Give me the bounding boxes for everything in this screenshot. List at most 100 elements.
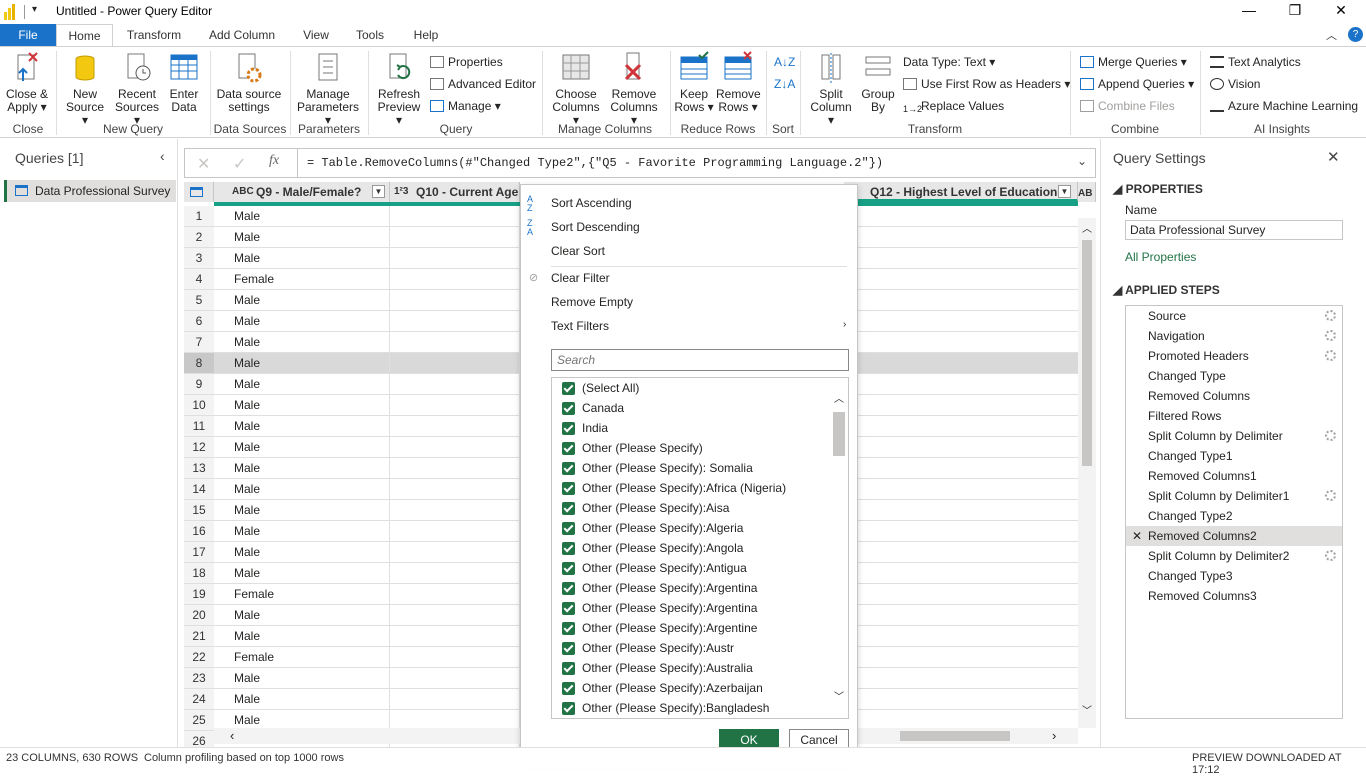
status-profiling[interactable]: Column profiling based on top 1000 rows xyxy=(144,752,344,764)
sort-descending-item[interactable]: Sort Descending xyxy=(551,220,640,234)
table-cell[interactable] xyxy=(858,563,1078,584)
table-cell[interactable]: Male xyxy=(214,563,390,584)
azure-ml-button[interactable]: Azure Machine Learning xyxy=(1210,99,1358,113)
scroll-left-icon[interactable]: ‹ xyxy=(230,728,234,743)
table-cell[interactable]: Male xyxy=(214,626,390,647)
quick-access-dropdown-icon[interactable]: ▾ xyxy=(32,4,37,15)
new-source-button[interactable]: New Source ▾ xyxy=(62,51,108,127)
table-cell[interactable] xyxy=(390,542,520,563)
scroll-down-icon[interactable]: ﹀ xyxy=(834,688,844,703)
table-cell[interactable] xyxy=(858,269,1078,290)
row-number[interactable]: 3 xyxy=(184,248,214,269)
filter-checkbox[interactable] xyxy=(562,502,575,515)
merge-queries-button[interactable]: Merge Queries ▾ xyxy=(1080,55,1187,69)
applied-step[interactable]: Navigation xyxy=(1126,326,1342,346)
table-cell[interactable] xyxy=(858,668,1078,689)
manage-button[interactable]: Manage ▾ xyxy=(430,99,501,113)
filter-checkbox[interactable] xyxy=(562,382,575,395)
collapse-ribbon-icon[interactable]: ︿ xyxy=(1326,27,1337,43)
name-field[interactable]: Data Professional Survey xyxy=(1125,220,1343,240)
enter-data-button[interactable]: Enter Data xyxy=(166,51,202,114)
row-number[interactable]: 10 xyxy=(184,395,214,416)
filter-dropdown-button[interactable]: ▼ xyxy=(1058,185,1071,198)
step-settings-gear-icon[interactable] xyxy=(1325,490,1336,501)
tab-file[interactable]: File xyxy=(0,24,56,46)
table-cell[interactable] xyxy=(858,374,1078,395)
table-cell[interactable] xyxy=(390,458,520,479)
table-cell[interactable] xyxy=(858,521,1078,542)
table-cell[interactable] xyxy=(858,458,1078,479)
table-cell[interactable]: Male xyxy=(214,689,390,710)
table-cell[interactable] xyxy=(390,290,520,311)
vertical-scrollbar[interactable]: ︿ ﹀ xyxy=(1078,218,1096,728)
filter-checkbox[interactable] xyxy=(562,522,575,535)
list-scrollbar[interactable]: ︿ ﹀ xyxy=(830,378,848,718)
table-menu-icon[interactable] xyxy=(190,187,203,197)
tab-help[interactable]: Help xyxy=(406,24,446,46)
scrollbar-thumb[interactable] xyxy=(833,412,845,456)
step-settings-gear-icon[interactable] xyxy=(1325,310,1336,321)
advanced-editor-button[interactable]: Advanced Editor xyxy=(430,77,536,91)
applied-steps-heading[interactable]: ◢ APPLIED STEPS xyxy=(1113,283,1220,297)
text-filters-item[interactable]: Text Filters xyxy=(551,319,609,333)
filter-value-label[interactable]: India xyxy=(582,421,608,435)
step-settings-gear-icon[interactable] xyxy=(1325,550,1336,561)
filter-value-label[interactable]: Other (Please Specify):Argentina xyxy=(582,581,757,595)
tab-tools[interactable]: Tools xyxy=(350,24,390,46)
applied-step[interactable]: ✕ Removed Columns2 xyxy=(1126,526,1342,546)
row-number[interactable]: 22 xyxy=(184,647,214,668)
use-first-row-headers-button[interactable]: Use First Row as Headers ▾ xyxy=(903,77,1070,91)
table-cell[interactable]: Male xyxy=(214,248,390,269)
filter-checkbox[interactable] xyxy=(562,682,575,695)
table-cell[interactable]: Male xyxy=(214,668,390,689)
table-cell[interactable]: Male xyxy=(214,416,390,437)
filter-value-label[interactable]: Other (Please Specify):Argentina xyxy=(582,601,757,615)
filter-value-label[interactable]: Other (Please Specify):Antigua xyxy=(582,561,747,575)
close-apply-button[interactable]: Close & Apply ▾ xyxy=(4,51,50,114)
filter-value-label[interactable]: Other (Please Specify):Africa (Nigeria) xyxy=(582,481,786,495)
table-cell[interactable]: Male xyxy=(214,521,390,542)
table-cell[interactable]: Male xyxy=(214,479,390,500)
table-cell[interactable]: Male xyxy=(214,542,390,563)
filter-value-label[interactable]: Canada xyxy=(582,401,624,415)
table-cell[interactable] xyxy=(858,332,1078,353)
properties-button[interactable]: Properties xyxy=(430,55,503,69)
scroll-up-icon[interactable]: ︿ xyxy=(1082,220,1092,235)
table-cell[interactable] xyxy=(390,374,520,395)
filter-value-label[interactable]: (Select All) xyxy=(582,381,639,395)
remove-empty-item[interactable]: Remove Empty xyxy=(551,295,633,309)
filter-value-label[interactable]: Other (Please Specify):Angola xyxy=(582,541,743,555)
filter-checkbox[interactable] xyxy=(562,642,575,655)
expand-formula-icon[interactable]: ⌄ xyxy=(1077,154,1087,168)
filter-value-label[interactable]: Other (Please Specify): Somalia xyxy=(582,461,753,475)
table-cell[interactable] xyxy=(390,311,520,332)
keep-rows-button[interactable]: Keep Rows ▾ xyxy=(674,51,714,114)
clear-filter-item[interactable]: Clear Filter xyxy=(551,271,610,285)
table-cell[interactable] xyxy=(390,668,520,689)
applied-step[interactable]: Changed Type2 xyxy=(1126,506,1342,526)
vision-button[interactable]: Vision xyxy=(1210,77,1260,91)
filter-checkbox[interactable] xyxy=(562,602,575,615)
table-cell[interactable] xyxy=(390,206,520,227)
table-cell[interactable]: Male xyxy=(214,605,390,626)
table-cell[interactable] xyxy=(858,353,1078,374)
tab-home[interactable]: Home xyxy=(56,24,113,47)
table-cell[interactable] xyxy=(858,416,1078,437)
filter-value-label[interactable]: Other (Please Specify):Aisa xyxy=(582,501,729,515)
table-cell[interactable]: Male xyxy=(214,227,390,248)
row-number[interactable]: 20 xyxy=(184,605,214,626)
table-cell[interactable] xyxy=(858,290,1078,311)
row-number[interactable]: 24 xyxy=(184,689,214,710)
fx-icon[interactable]: fx xyxy=(269,153,279,169)
filter-checkbox[interactable] xyxy=(562,542,575,555)
recent-sources-button[interactable]: Recent Sources ▾ xyxy=(112,51,162,127)
commit-formula-icon[interactable]: ✓ xyxy=(233,154,246,174)
row-number[interactable]: 25 xyxy=(184,710,214,731)
table-cell[interactable] xyxy=(390,248,520,269)
table-cell[interactable]: Male xyxy=(214,332,390,353)
row-number[interactable]: 19 xyxy=(184,584,214,605)
filter-value-label[interactable]: Other (Please Specify):Azerbaijan xyxy=(582,681,763,695)
table-cell[interactable] xyxy=(390,689,520,710)
table-cell[interactable] xyxy=(390,605,520,626)
table-cell[interactable]: Male xyxy=(214,458,390,479)
